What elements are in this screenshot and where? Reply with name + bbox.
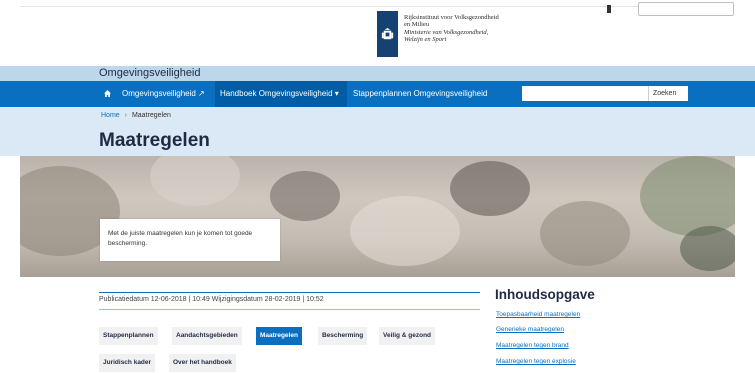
hero-blur-shape <box>680 226 735 271</box>
meta-divider-bottom <box>99 309 480 310</box>
page-title: Maatregelen <box>99 130 210 151</box>
publication-dates: Publicatiedatum 12-06-2018 | 10:49 Wijzi… <box>99 296 324 303</box>
site-title[interactable]: Omgevingsveiligheid <box>99 67 201 80</box>
hero-blur-shape <box>450 161 530 216</box>
hero-blur-shape <box>640 156 735 236</box>
breadcrumb-home-link[interactable]: Home <box>101 112 120 119</box>
tag-bescherming[interactable]: Bescherming <box>318 327 368 345</box>
tag-over-het-handboek[interactable]: Over het handboek <box>169 354 236 372</box>
logo-text: Rijksinstituut voor Volksgezondheid en M… <box>404 14 499 44</box>
hero-blur-shape <box>270 171 340 221</box>
meta-divider-top <box>99 292 480 293</box>
top-strip: Rijksinstituut voor Volksgezondheid en M… <box>0 0 755 66</box>
logo-line-2: en Milieu <box>404 21 430 29</box>
breadcrumb-separator: › <box>124 112 127 119</box>
toc-link-explosie[interactable]: Maatregelen tegen explosie <box>496 358 576 365</box>
toc-link-toepasbaarheid[interactable]: Toepasbaarheid maatregelen <box>496 311 580 318</box>
search-input[interactable] <box>522 86 648 101</box>
hero-blur-shape <box>540 201 630 266</box>
breadcrumb-current: Maatregelen <box>131 112 171 119</box>
nav-item-stappenplannen[interactable]: Stappenplannen Omgevingsveiligheid <box>353 81 487 107</box>
top-divider <box>20 6 730 7</box>
coat-of-arms-icon <box>381 27 394 39</box>
top-right-field[interactable] <box>638 2 734 16</box>
site-title-bar: Omgevingsveiligheid <box>0 66 755 81</box>
logo-bar <box>377 11 398 57</box>
tag-stappenplannen[interactable]: Stappenplannen <box>99 327 158 345</box>
top-right-marker <box>607 5 611 13</box>
logo-line-3: Ministerie van Volksgezondheid, <box>404 28 489 36</box>
tag-maatregelen[interactable]: Maatregelen <box>256 327 302 345</box>
tag-juridisch-kader[interactable]: Juridisch kader <box>99 354 156 372</box>
logo-line-4: Welzijn en Sport <box>404 36 447 44</box>
search-button[interactable]: Zoeken <box>648 86 688 101</box>
tag-veilig-gezond[interactable]: Veilig & gezond <box>379 327 436 345</box>
toc-title: Inhoudsopgave <box>495 287 595 302</box>
nav-item-handboek[interactable]: Handboek Omgevingsveiligheid ▾ <box>220 81 339 107</box>
breadcrumb: Home › Maatregelen <box>101 112 171 119</box>
nav-item-omgevingsveiligheid[interactable]: Omgevingsveiligheid ↗ <box>122 81 205 107</box>
toc-link-generieke[interactable]: Generieke maatregelen <box>496 326 564 333</box>
tag-aandachtsgebieden[interactable]: Aandachtsgebieden <box>172 327 242 345</box>
page: Rijksinstituut voor Volksgezondheid en M… <box>0 0 755 373</box>
government-logo[interactable]: Rijksinstituut voor Volksgezondheid en M… <box>377 11 499 57</box>
hero-blur-shape <box>150 156 240 206</box>
toc-link-brand[interactable]: Maatregelen tegen brand <box>496 342 569 349</box>
hero-blur-shape <box>350 196 460 266</box>
home-icon[interactable] <box>104 90 111 97</box>
hero-caption: Met de juiste maatregelen kun je komen t… <box>100 219 280 261</box>
logo-line-1: Rijksinstituut voor Volksgezondheid <box>404 14 499 21</box>
